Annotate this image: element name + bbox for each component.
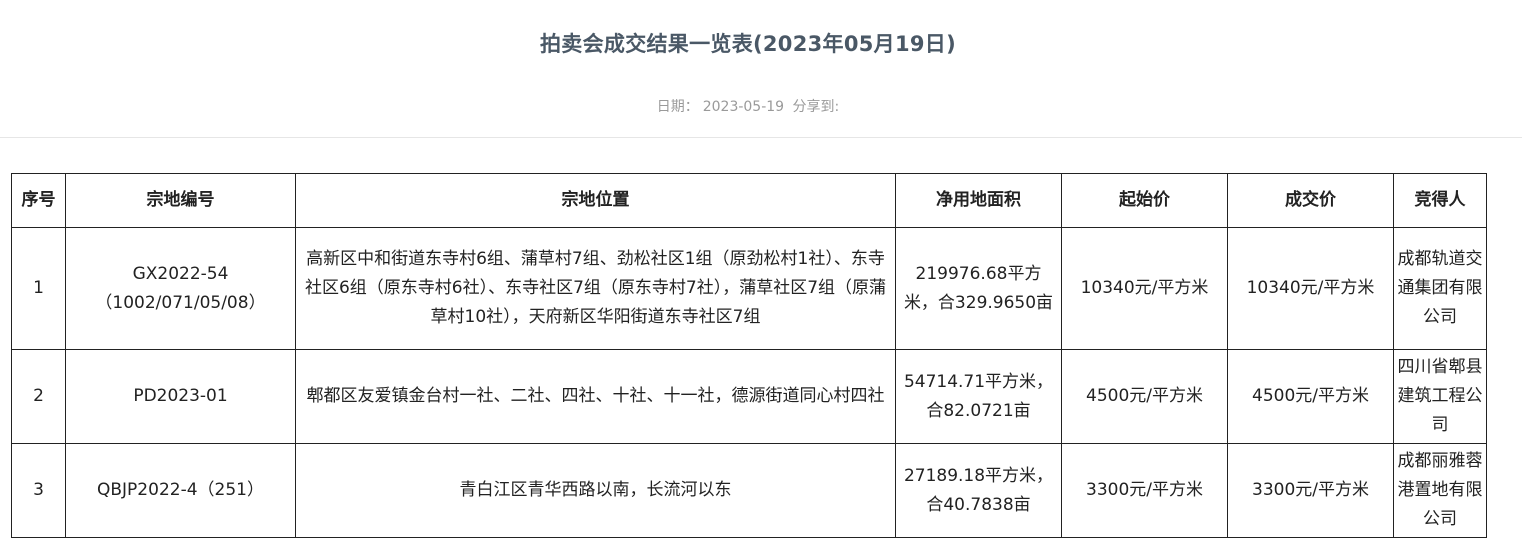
cell-winner: 四川省郫县建筑工程公司 — [1393, 349, 1487, 444]
article-meta: 日期： 2023-05-19 分享到: — [0, 96, 1496, 116]
date-label: 日期： — [656, 99, 699, 115]
cell-deal-price: 3300元/平方米 — [1227, 443, 1394, 538]
cell-start-price: 4500元/平方米 — [1061, 349, 1228, 444]
cell-winner: 成都轨道交通集团有限公司 — [1393, 227, 1487, 350]
cell-start-price: 10340元/平方米 — [1061, 227, 1228, 350]
cell-start-price: 3300元/平方米 — [1061, 443, 1228, 538]
cell-index: 2 — [11, 349, 66, 444]
auction-results-table: 序号 宗地编号 宗地位置 净用地面积 起始价 成交价 竞得人 1 GX2022-… — [11, 173, 1487, 538]
header-parcel-code: 宗地编号 — [65, 173, 296, 228]
cell-net-area: 27189.18平方米，合40.7838亩 — [895, 443, 1062, 538]
cell-location: 青白江区青华西路以南，长流河以东 — [295, 443, 896, 538]
cell-index: 1 — [11, 227, 66, 350]
table-row: 2 PD2023-01 郫都区友爱镇金台村一社、二社、四社、十社、十一社，德源街… — [11, 349, 1487, 444]
parcel-code-sub: （1002/071/05/08） — [95, 292, 266, 313]
header-divider — [0, 137, 1522, 138]
cell-parcel-code: PD2023-01 — [65, 349, 296, 444]
table-row: 1 GX2022-54 （1002/071/05/08） 高新区中和街道东寺村6… — [11, 227, 1487, 350]
cell-net-area: 219976.68平方米，合329.9650亩 — [895, 227, 1062, 350]
publish-date: 2023-05-19 — [702, 99, 785, 115]
cell-deal-price: 4500元/平方米 — [1227, 349, 1394, 444]
header-winner: 竞得人 — [1393, 173, 1487, 228]
cell-deal-price: 10340元/平方米 — [1227, 227, 1394, 350]
cell-winner: 成都丽雅蓉港置地有限公司 — [1393, 443, 1487, 538]
cell-index: 3 — [11, 443, 66, 538]
parcel-code: QBJP2022-4（251） — [97, 480, 264, 500]
cell-location: 郫都区友爱镇金台村一社、二社、四社、十社、十一社，德源街道同心村四社 — [295, 349, 896, 444]
share-label[interactable]: 分享到: — [793, 99, 840, 115]
page-title: 拍卖会成交结果一览表(2023年05月19日) — [540, 32, 956, 56]
cell-parcel-code: GX2022-54 （1002/071/05/08） — [65, 227, 296, 350]
parcel-code: PD2023-01 — [133, 386, 228, 406]
header-net-area: 净用地面积 — [895, 173, 1062, 228]
cell-parcel-code: QBJP2022-4（251） — [65, 443, 296, 538]
table-header-row: 序号 宗地编号 宗地位置 净用地面积 起始价 成交价 竞得人 — [11, 173, 1487, 228]
table-row: 3 QBJP2022-4（251） 青白江区青华西路以南，长流河以东 27189… — [11, 443, 1487, 538]
cell-net-area: 54714.71平方米，合82.0721亩 — [895, 349, 1062, 444]
cell-location: 高新区中和街道东寺村6组、蒲草村7组、劲松社区1组（原劲松村1社）、东寺社区6组… — [295, 227, 896, 350]
header-location: 宗地位置 — [295, 173, 896, 228]
header-deal-price: 成交价 — [1227, 173, 1394, 228]
header-start-price: 起始价 — [1061, 173, 1228, 228]
header-index: 序号 — [11, 173, 66, 228]
parcel-code: GX2022-54 — [132, 263, 229, 284]
